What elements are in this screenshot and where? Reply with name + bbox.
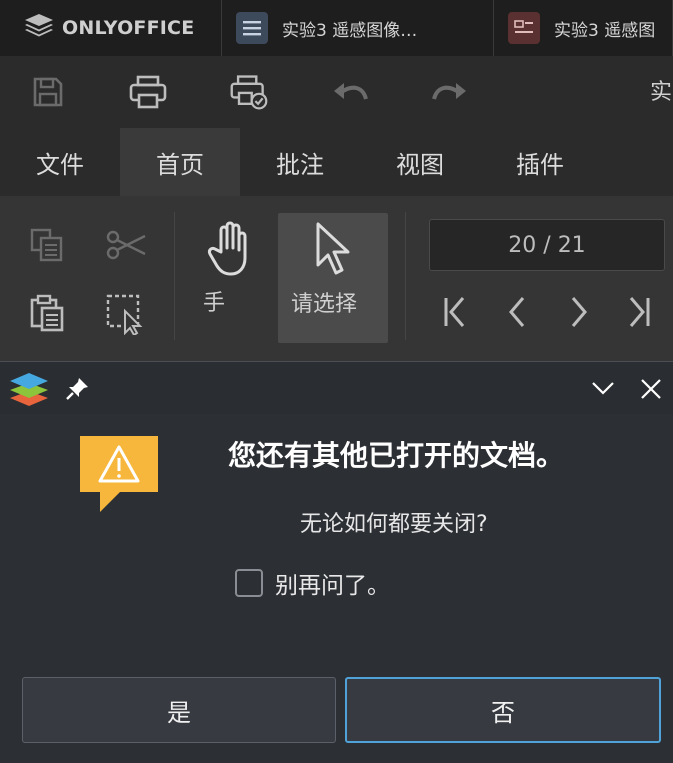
title-tab-bar: ONLYOFFICE 实验3 遥感图像… 实验3 遥感图: [0, 0, 673, 57]
tab-plugins[interactable]: 插件: [480, 128, 600, 196]
first-page-icon[interactable]: [437, 292, 473, 332]
hand-tool-label: 手: [203, 291, 226, 316]
home-ribbon: 手 请选择 20 / 21: [0, 196, 673, 361]
tab-label: 实验3 遥感图像…: [282, 20, 418, 41]
copy-icon[interactable]: [27, 224, 69, 266]
document-icon: [236, 12, 268, 44]
dialog-question: 无论如何都要关闭?: [300, 512, 488, 537]
hand-tool-icon[interactable]: [203, 216, 263, 280]
cut-icon[interactable]: [104, 224, 148, 266]
page-number-field[interactable]: 20 / 21: [429, 219, 665, 271]
undo-icon[interactable]: [330, 72, 370, 112]
dialog-body: 您还有其他已打开的文档。 无论如何都要关闭? 别再问了。 是 否: [0, 414, 673, 763]
tab-comments[interactable]: 批注: [240, 128, 360, 196]
collapse-chevron-icon[interactable]: [590, 378, 616, 402]
dialog-title-bar: [0, 362, 673, 414]
select-tool-label: 请选择: [291, 292, 358, 317]
document-title: 实: [650, 80, 673, 105]
pin-icon[interactable]: [64, 376, 90, 406]
warning-icon: [78, 434, 160, 518]
dialog-headline: 您还有其他已打开的文档。: [228, 439, 565, 472]
dont-ask-again-label: 别再问了。: [275, 573, 390, 599]
tab-home[interactable]: 首页: [120, 128, 240, 196]
presentation-icon: [508, 12, 540, 44]
previous-page-icon[interactable]: [500, 292, 534, 332]
onlyoffice-logo-icon: [24, 13, 54, 43]
tab-file[interactable]: 文件: [0, 128, 120, 196]
tab-view[interactable]: 视图: [360, 128, 480, 196]
quick-print-icon[interactable]: [229, 72, 269, 112]
page-indicator: 20 / 21: [508, 232, 586, 258]
tab-plugins-label: 插件: [516, 150, 564, 179]
yes-button[interactable]: 是: [22, 677, 336, 743]
tab-document-2[interactable]: 实验3 遥感图: [494, 0, 673, 56]
brand-name: ONLYOFFICE: [62, 17, 195, 39]
tab-view-label: 视图: [396, 150, 444, 179]
quick-access-toolbar: 实: [0, 56, 673, 128]
paste-icon[interactable]: [27, 292, 69, 334]
select-tool-button[interactable]: 请选择: [278, 213, 388, 343]
ribbon-divider: [174, 212, 175, 340]
ribbon-tabs: 文件 首页 批注 视图 插件: [0, 128, 673, 196]
close-confirmation-dialog: 您还有其他已打开的文档。 无论如何都要关闭? 别再问了。 是 否: [0, 361, 673, 763]
tab-document-1[interactable]: 实验3 遥感图像…: [222, 0, 494, 56]
dont-ask-again-checkbox[interactable]: [235, 569, 263, 597]
tab-home-label: 首页: [156, 150, 204, 179]
select-all-icon[interactable]: [104, 292, 148, 336]
tab-file-label: 文件: [36, 150, 84, 179]
redo-icon[interactable]: [430, 72, 470, 112]
app-layers-logo-icon: [8, 370, 50, 412]
no-button[interactable]: 否: [345, 677, 661, 743]
save-icon[interactable]: [28, 72, 68, 112]
pointer-icon: [314, 221, 354, 281]
next-page-icon[interactable]: [562, 292, 596, 332]
last-page-icon[interactable]: [621, 292, 657, 332]
print-icon[interactable]: [128, 72, 168, 112]
ribbon-divider: [405, 212, 406, 340]
app-brand-tab[interactable]: ONLYOFFICE: [0, 0, 222, 56]
close-icon[interactable]: [639, 377, 663, 405]
tab-comments-label: 批注: [276, 150, 324, 179]
dont-ask-again-option[interactable]: 别再问了。: [235, 566, 390, 600]
tab-label: 实验3 遥感图: [554, 20, 656, 41]
